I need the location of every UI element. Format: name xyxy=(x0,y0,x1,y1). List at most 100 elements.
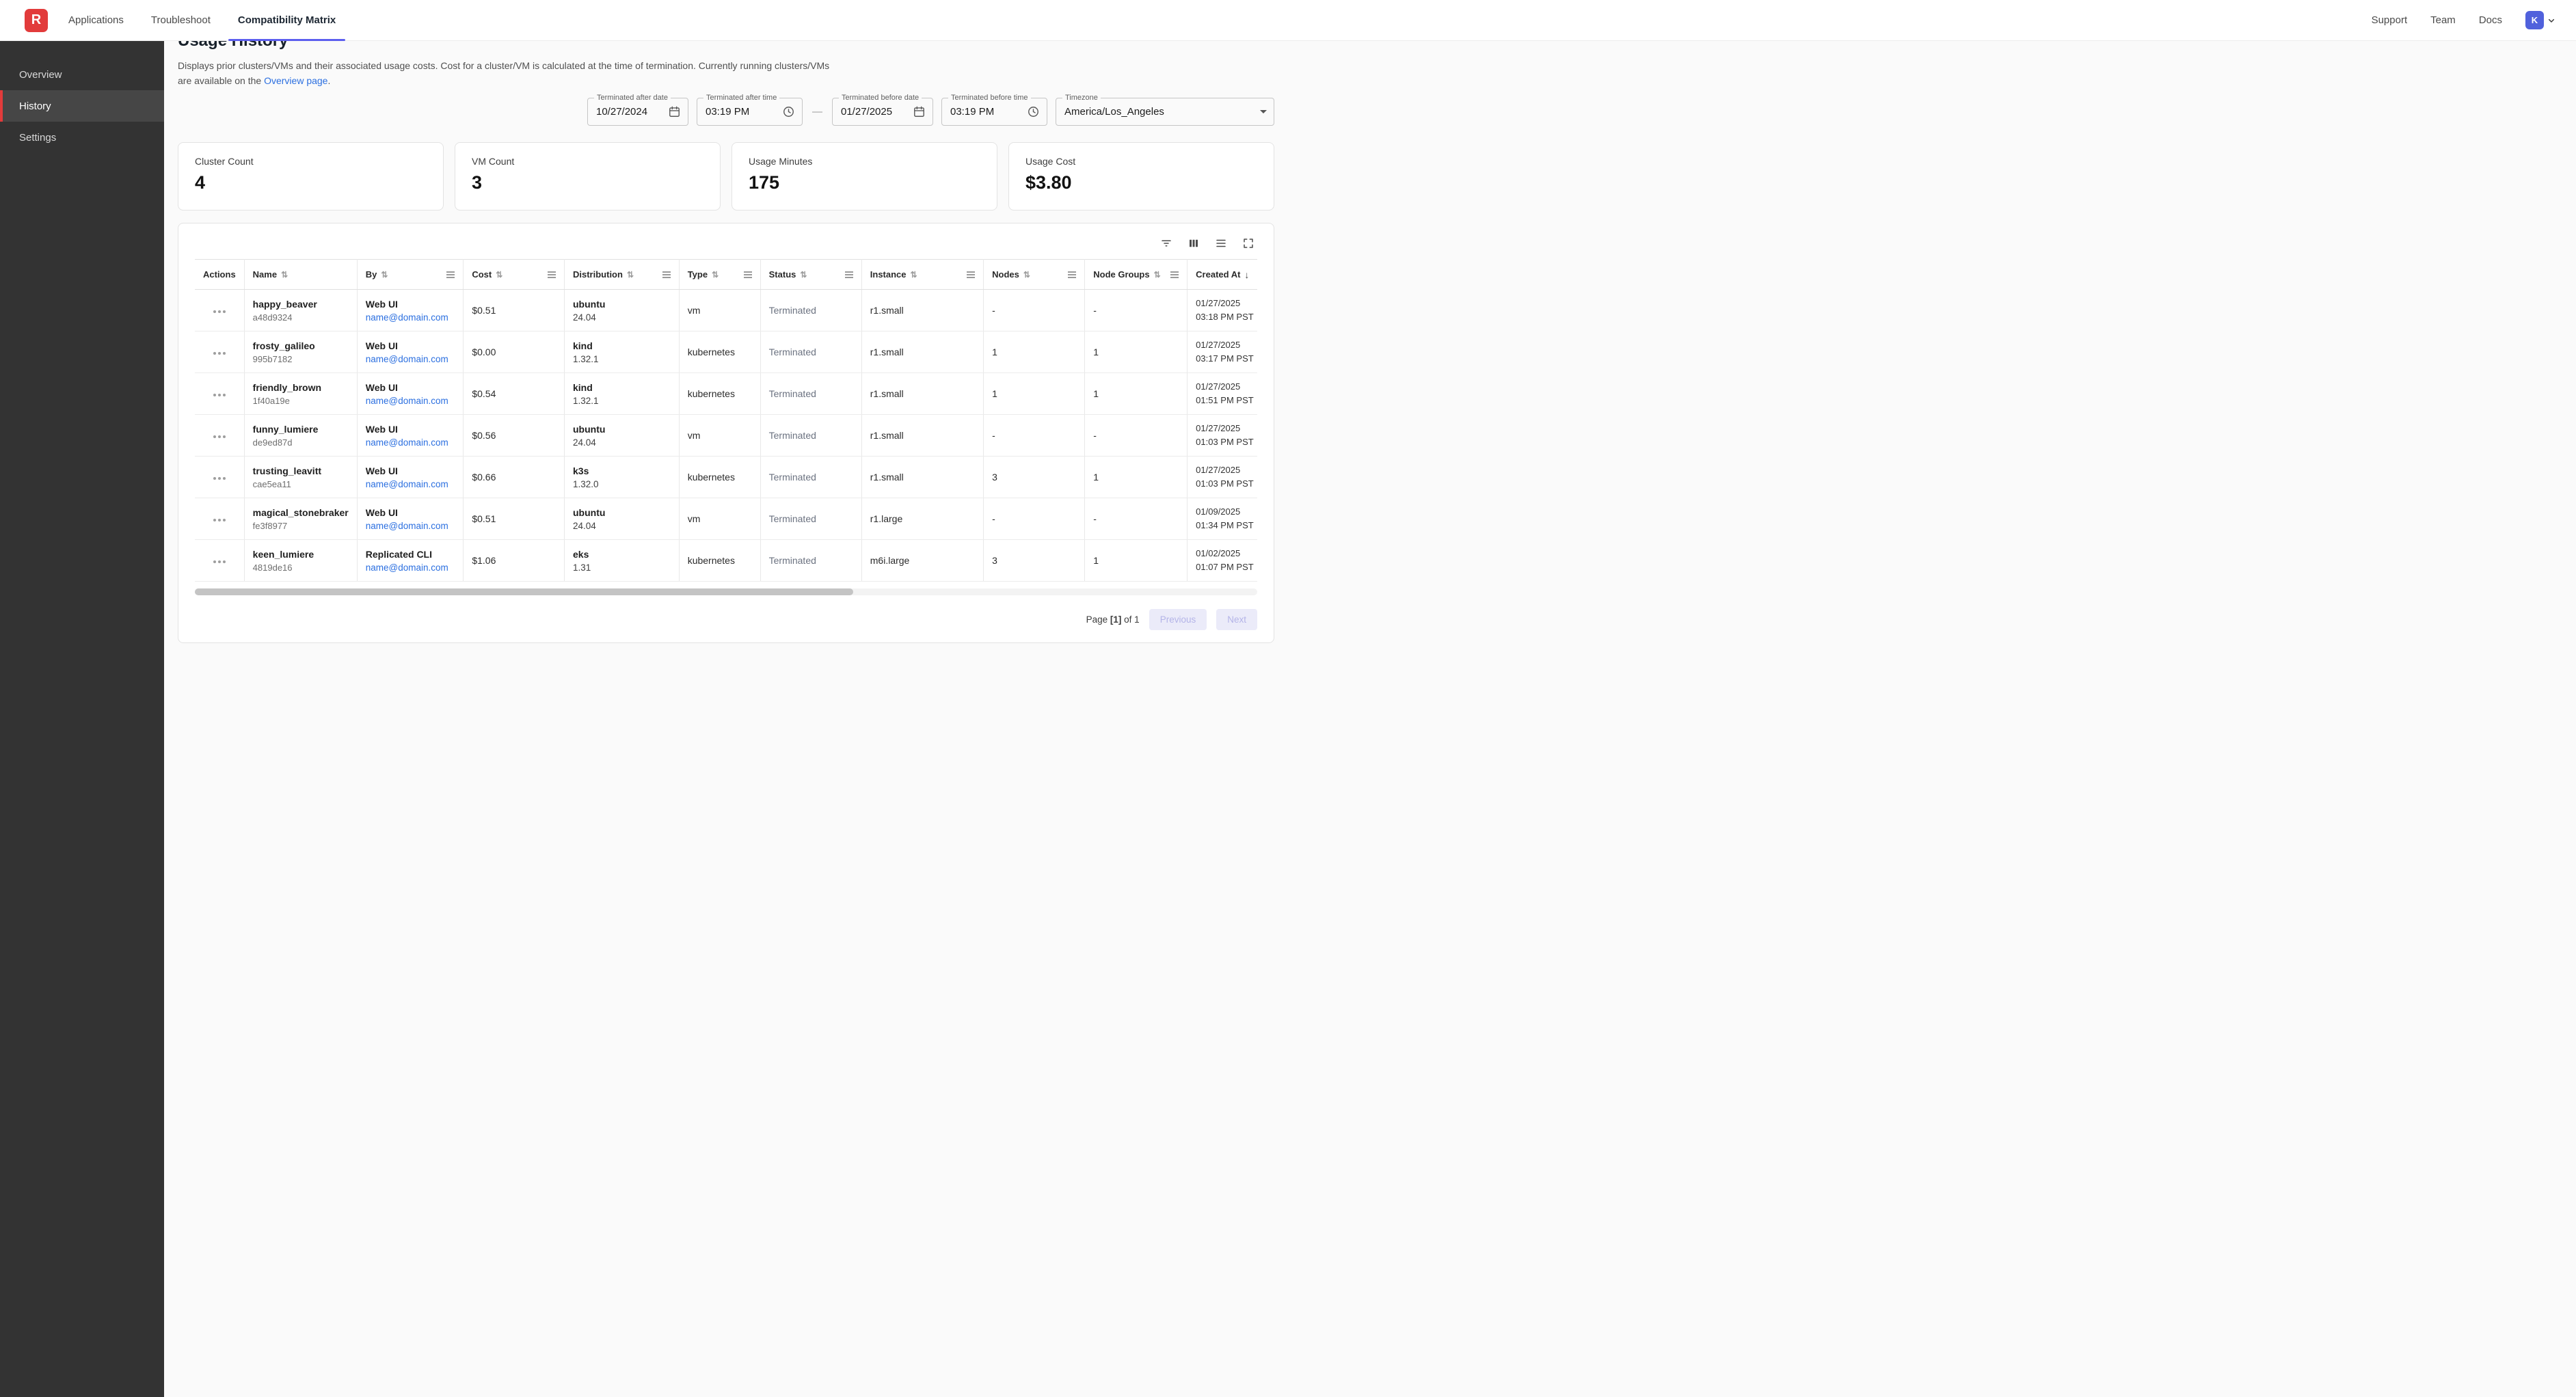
nav-link-docs[interactable]: Docs xyxy=(2479,14,2502,26)
terminated-after-time-field[interactable]: Terminated after time xyxy=(697,98,803,126)
column-header-created-at[interactable]: Created At ↓ xyxy=(1188,260,1257,290)
created-by-email-link[interactable]: name@domain.com xyxy=(366,437,455,448)
sidebar-item-overview[interactable]: Overview xyxy=(0,59,164,90)
stat-value: 4 xyxy=(195,172,427,193)
nodes-value: 1 xyxy=(992,347,997,357)
clock-icon[interactable] xyxy=(1027,105,1040,118)
created-by-email-link[interactable]: name@domain.com xyxy=(366,562,455,573)
name-cell: keen_lumiere 4819de16 xyxy=(244,540,357,582)
instance-cell: r1.small xyxy=(861,457,983,498)
horizontal-scrollbar-thumb[interactable] xyxy=(195,588,853,595)
column-header-distribution[interactable]: Distribution ⇅ xyxy=(565,260,680,290)
created-by-email-link[interactable]: name@domain.com xyxy=(366,479,455,489)
sort-icon[interactable]: ⇅ xyxy=(627,270,634,280)
nodes-cell: 3 xyxy=(984,540,1085,582)
column-header-cost[interactable]: Cost ⇅ xyxy=(464,260,565,290)
row-actions-button[interactable] xyxy=(211,390,228,401)
next-page-button[interactable]: Next xyxy=(1216,609,1257,630)
overview-page-link[interactable]: Overview page xyxy=(264,75,327,86)
cost-value: $0.51 xyxy=(472,305,496,316)
column-header-by[interactable]: By ⇅ xyxy=(357,260,464,290)
row-actions-button[interactable] xyxy=(211,306,228,317)
created-time: 01:51 PM PST xyxy=(1196,394,1257,407)
node-groups-value: 1 xyxy=(1093,347,1099,357)
timezone-select[interactable]: Timezone America/Los_Angeles xyxy=(1056,98,1274,126)
column-header-nodes[interactable]: Nodes ⇅ xyxy=(984,260,1085,290)
sort-icon[interactable]: ⇅ xyxy=(712,270,719,280)
column-menu-icon[interactable] xyxy=(963,270,975,280)
row-actions-button[interactable] xyxy=(211,473,228,484)
sidebar-item-settings[interactable]: Settings xyxy=(0,122,164,153)
row-actions-button[interactable] xyxy=(211,515,228,526)
row-actions-button[interactable] xyxy=(211,431,228,442)
calendar-icon[interactable] xyxy=(668,105,681,118)
sidebar-item-history[interactable]: History xyxy=(0,90,164,122)
fullscreen-icon[interactable] xyxy=(1242,237,1255,249)
created-date: 01/27/2025 xyxy=(1196,463,1257,477)
sidebar-item-label: Settings xyxy=(19,132,56,144)
column-menu-icon[interactable] xyxy=(442,270,455,280)
density-icon[interactable] xyxy=(1215,237,1227,249)
row-actions-button[interactable] xyxy=(211,348,228,359)
terminated-before-date-input[interactable] xyxy=(841,106,909,118)
terminated-after-date-input[interactable] xyxy=(596,106,664,118)
sort-icon[interactable]: ⇅ xyxy=(1023,270,1030,280)
columns-icon[interactable] xyxy=(1188,237,1200,249)
created-by-email-link[interactable]: name@domain.com xyxy=(366,354,455,364)
horizontal-scrollbar-track[interactable] xyxy=(195,588,1257,595)
nav-item-troubleshoot[interactable]: Troubleshoot xyxy=(142,0,220,40)
created-by-email-link[interactable]: name@domain.com xyxy=(366,521,455,531)
column-menu-icon[interactable] xyxy=(544,270,556,280)
avatar[interactable]: K xyxy=(2525,11,2544,29)
terminated-before-time-field[interactable]: Terminated before time xyxy=(941,98,1047,126)
terminated-before-time-input[interactable] xyxy=(950,106,1023,118)
sort-icon[interactable]: ⇅ xyxy=(281,270,288,280)
column-header-node-groups[interactable]: Node Groups ⇅ xyxy=(1085,260,1188,290)
user-menu[interactable]: K xyxy=(2525,11,2557,29)
cost-value: $0.51 xyxy=(472,513,496,524)
sort-desc-icon[interactable]: ↓ xyxy=(1244,269,1249,280)
page-indicator-prefix: Page xyxy=(1086,614,1110,625)
row-actions-button[interactable] xyxy=(211,556,228,567)
column-menu-icon[interactable] xyxy=(841,270,853,280)
nodes-value: 3 xyxy=(992,555,997,566)
nav-link-team[interactable]: Team xyxy=(2430,14,2456,26)
distribution-name: k3s xyxy=(573,465,671,476)
calendar-icon[interactable] xyxy=(913,105,926,118)
sort-icon[interactable]: ⇅ xyxy=(800,270,807,280)
column-menu-icon[interactable] xyxy=(658,270,671,280)
distribution-version: 24.04 xyxy=(573,312,671,323)
sort-icon[interactable]: ⇅ xyxy=(381,270,388,280)
column-header-name[interactable]: Name ⇅ xyxy=(244,260,357,290)
column-header-status[interactable]: Status ⇅ xyxy=(760,260,861,290)
created-by-email-link[interactable]: name@domain.com xyxy=(366,396,455,406)
sort-icon[interactable]: ⇅ xyxy=(496,270,502,280)
column-menu-icon[interactable] xyxy=(740,270,752,280)
type-cell: vm xyxy=(679,290,760,331)
usage-history-table: Actions Name ⇅ By ⇅ Cost xyxy=(195,259,1257,582)
status-badge: Terminated xyxy=(769,472,816,483)
distribution-version: 1.32.0 xyxy=(573,479,671,489)
replicated-logo-icon[interactable]: R xyxy=(25,9,48,32)
cluster-name: frosty_galileo xyxy=(253,340,349,351)
column-header-instance[interactable]: Instance ⇅ xyxy=(861,260,983,290)
brand-logo[interactable]: R xyxy=(0,0,59,40)
sort-icon[interactable]: ⇅ xyxy=(1154,270,1161,280)
nav-item-compatibility-matrix[interactable]: Compatibility Matrix xyxy=(228,0,345,40)
previous-page-button[interactable]: Previous xyxy=(1149,609,1207,630)
terminated-after-time-input[interactable] xyxy=(706,106,778,118)
column-menu-icon[interactable] xyxy=(1166,270,1179,280)
terminated-after-date-field[interactable]: Terminated after date xyxy=(587,98,688,126)
nav-link-support[interactable]: Support xyxy=(2372,14,2408,26)
created-by-email-link[interactable]: name@domain.com xyxy=(366,312,455,323)
cluster-id: a48d9324 xyxy=(253,312,349,323)
timezone-value: America/Los_Angeles xyxy=(1064,106,1256,118)
terminated-before-date-field[interactable]: Terminated before date xyxy=(832,98,933,126)
sort-icon[interactable]: ⇅ xyxy=(911,270,917,280)
column-header-type[interactable]: Type ⇅ xyxy=(679,260,760,290)
nav-item-applications[interactable]: Applications xyxy=(59,0,133,40)
clock-icon[interactable] xyxy=(782,105,795,118)
column-menu-icon[interactable] xyxy=(1064,270,1076,280)
filter-icon[interactable] xyxy=(1160,237,1172,249)
stat-label: Cluster Count xyxy=(195,156,427,167)
